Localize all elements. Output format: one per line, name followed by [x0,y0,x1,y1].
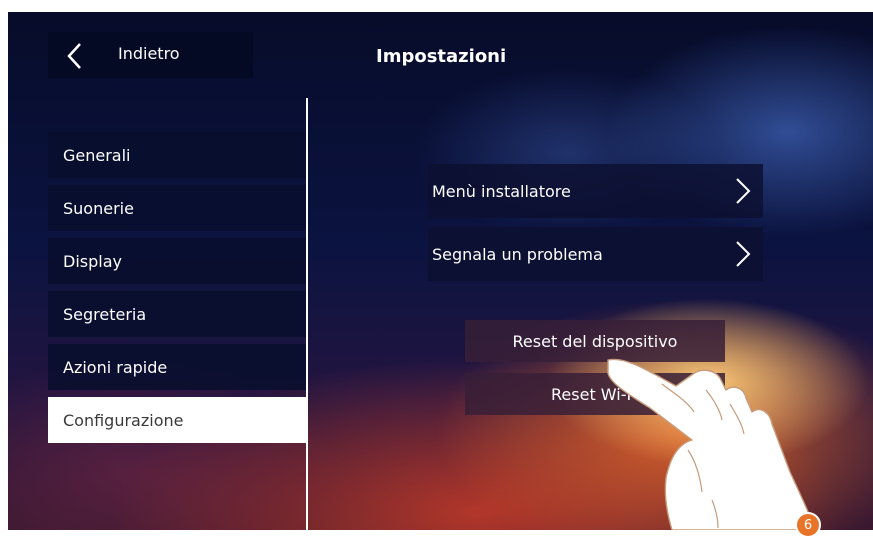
device-screen: Indietro Impostazioni Generali Suonerie … [8,12,873,530]
sidebar-item-configurazione[interactable]: Configurazione [48,397,306,443]
sidebar-item-segreteria[interactable]: Segreteria [48,291,306,337]
sidebar-item-generali[interactable]: Generali [48,132,306,178]
chevron-left-icon [67,43,81,69]
installer-menu-button[interactable]: Menù installatore [428,164,763,218]
chevron-right-icon [736,241,751,267]
step-badge: 6 [795,512,821,538]
sidebar-item-display[interactable]: Display [48,238,306,284]
sidebar-menu: Generali Suonerie Display Segreteria Azi… [48,132,306,450]
installer-menu-label: Menù installatore [432,181,571,201]
sidebar-item-azioni-rapide[interactable]: Azioni rapide [48,344,306,390]
report-problem-button[interactable]: Segnala un problema [428,227,763,281]
divider [306,98,308,530]
reset-device-button[interactable]: Reset del dispositivo [465,320,725,362]
reset-wifi-button[interactable]: Reset Wi-Fi [465,373,725,415]
sidebar-item-suonerie[interactable]: Suonerie [48,185,306,231]
chevron-right-icon [736,178,751,204]
back-label: Indietro [118,44,180,63]
page-title: Impostazioni [376,46,507,67]
back-button[interactable]: Indietro [48,32,253,78]
report-problem-label: Segnala un problema [432,244,603,264]
